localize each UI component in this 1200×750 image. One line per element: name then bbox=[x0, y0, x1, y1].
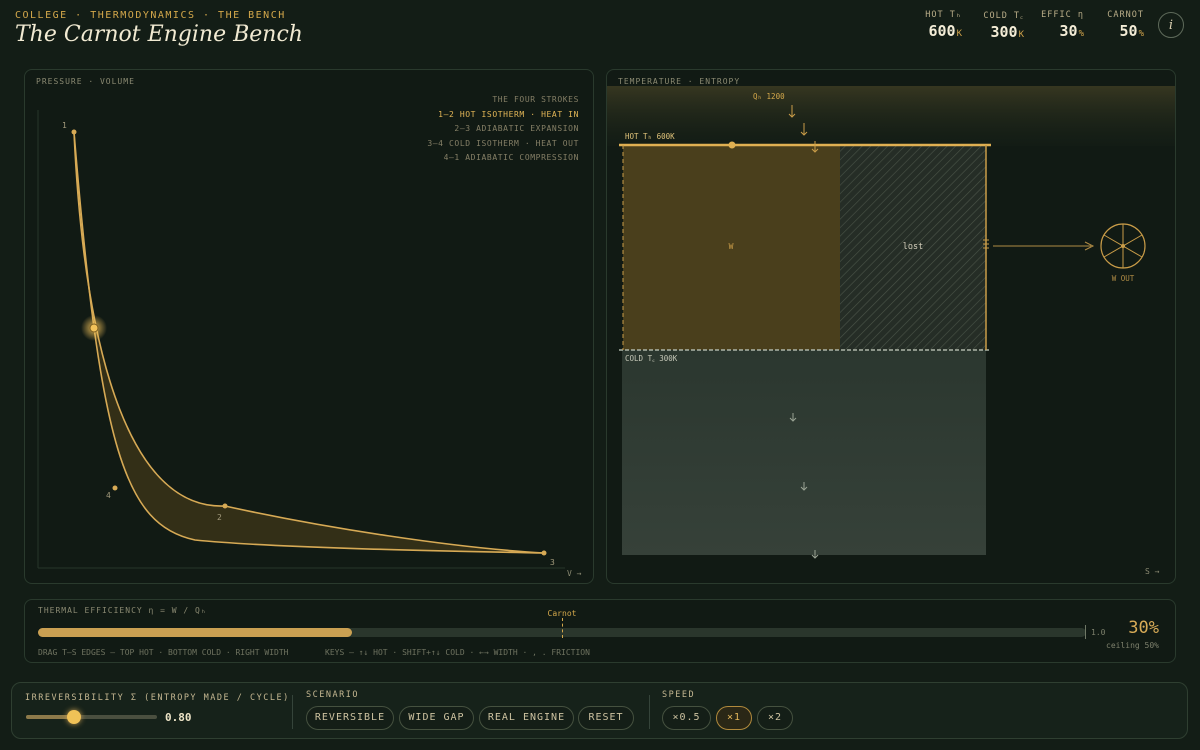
w-out-label: W OUT bbox=[1112, 274, 1135, 283]
speed-half-button[interactable]: ×0.5 bbox=[662, 706, 711, 730]
stat-carnot-unit: % bbox=[1138, 29, 1144, 39]
speed-2x-button[interactable]: ×2 bbox=[757, 706, 793, 730]
pv-axis-x-label: V → bbox=[567, 569, 582, 578]
qh-label: Qₕ 1200 bbox=[753, 92, 785, 101]
drag-hint: DRAG T–S EDGES — TOP HOT · BOTTOM COLD ·… bbox=[38, 648, 289, 657]
scenario-reversible-button[interactable]: REVERSIBLE bbox=[306, 706, 394, 730]
point-4-label: 4 bbox=[106, 491, 111, 500]
stat-carnot: CARNOT 50% bbox=[1096, 10, 1144, 40]
ts-panel: W OUT Qₕ 1200 HOT Tₕ 600K COLD T꜀ 300K W… bbox=[606, 69, 1176, 584]
efficiency-bar: Carnot bbox=[38, 609, 1086, 639]
irreversibility-label: IRREVERSIBILITY Σ (ENTROPY MADE / CYCLE) bbox=[25, 693, 290, 703]
hot-edge-handle[interactable] bbox=[728, 141, 736, 149]
efficiency-label: THERMAL EFFICIENCY η = W / Qₕ bbox=[38, 606, 207, 615]
stat-hot-label: HOT Tₕ bbox=[925, 10, 962, 20]
scenario-label: SCENARIO bbox=[306, 690, 359, 700]
stat-hot-value: 600 bbox=[928, 22, 956, 40]
speed-1x-button[interactable]: ×1 bbox=[716, 706, 752, 730]
control-bar: IRREVERSIBILITY Σ (ENTROPY MADE / CYCLE)… bbox=[11, 682, 1188, 739]
separator bbox=[649, 695, 650, 729]
ts-panel-label: TEMPERATURE · ENTROPY bbox=[618, 77, 741, 86]
irreversibility-value: 0.80 bbox=[165, 711, 192, 724]
cold-reservoir-region bbox=[622, 350, 986, 555]
stat-cold-label: COLD T꜀ bbox=[983, 11, 1024, 21]
efficiency-big-value: 30% bbox=[1128, 618, 1159, 638]
stat-carnot-label: CARNOT bbox=[1107, 10, 1144, 20]
state-marker[interactable] bbox=[89, 323, 99, 333]
stat-efficiency-value: 30 bbox=[1059, 22, 1078, 40]
ts-axis-x-label: S → bbox=[1145, 567, 1160, 576]
breadcrumb: COLLEGE · THERMODYNAMICS · THE BENCH bbox=[15, 10, 286, 21]
stat-efficiency-label: EFFIC η bbox=[1041, 10, 1084, 20]
hot-reservoir-label: HOT Tₕ 600K bbox=[625, 132, 675, 141]
reset-button[interactable]: RESET bbox=[578, 706, 634, 730]
max-label: 1.0 bbox=[1091, 628, 1106, 637]
stat-efficiency: EFFIC η 30% bbox=[1030, 10, 1084, 40]
work-label: W bbox=[729, 242, 734, 251]
pv-diagram: 1 2 3 4 V → bbox=[37, 110, 582, 578]
irreversibility-slider[interactable] bbox=[26, 710, 157, 724]
speed-label: SPEED bbox=[662, 690, 696, 700]
info-icon: i bbox=[1168, 18, 1174, 33]
stat-efficiency-unit: % bbox=[1078, 29, 1084, 39]
hot-reservoir-glow bbox=[607, 86, 1175, 146]
separator bbox=[292, 695, 293, 729]
scenario-real-engine-button[interactable]: REAL ENGINE bbox=[479, 706, 574, 730]
point-4-dot bbox=[112, 485, 118, 491]
stat-hot: HOT Tₕ 600K bbox=[910, 10, 962, 40]
efficiency-bar-fill bbox=[38, 628, 353, 637]
stat-cold-unit: K bbox=[1018, 30, 1024, 40]
scenario-wide-gap-button[interactable]: WIDE GAP bbox=[399, 706, 474, 730]
flywheel-icon bbox=[1100, 223, 1146, 269]
lost-label: lost bbox=[903, 242, 923, 252]
stat-carnot-value: 50 bbox=[1119, 22, 1138, 40]
irreversibility-slider-thumb[interactable] bbox=[67, 710, 82, 724]
point-3-label: 3 bbox=[550, 558, 555, 567]
ceiling-label: ceiling 50% bbox=[1106, 641, 1159, 650]
keys-hint: KEYS — ↑↓ HOT · SHIFT+↑↓ COLD · ←→ WIDTH… bbox=[325, 648, 590, 657]
ts-diagram: W OUT Qₕ 1200 HOT Tₕ 600K COLD T꜀ 300K W… bbox=[607, 86, 1175, 576]
stat-cold-value: 300 bbox=[990, 23, 1018, 41]
pv-panel: PRESSURE · VOLUME THE FOUR STROKES 1–2 H… bbox=[24, 69, 594, 584]
max-tick bbox=[1085, 625, 1086, 639]
info-button[interactable]: i bbox=[1158, 12, 1184, 38]
carnot-marker bbox=[562, 618, 563, 638]
cold-reservoir-label: COLD T꜀ 300K bbox=[625, 354, 678, 363]
point-2-dot bbox=[222, 503, 228, 509]
stat-hot-unit: K bbox=[956, 29, 962, 39]
stat-cold: COLD T꜀ 300K bbox=[972, 10, 1024, 41]
point-3-dot bbox=[541, 550, 547, 556]
point-1-dot bbox=[71, 129, 77, 135]
efficiency-panel: THERMAL EFFICIENCY η = W / Qₕ Carnot 1.0… bbox=[24, 599, 1176, 663]
point-2-label: 2 bbox=[217, 513, 222, 522]
page-title: The Carnot Engine Bench bbox=[15, 22, 303, 47]
carnot-marker-label: Carnot bbox=[547, 609, 577, 618]
cycle-work-area bbox=[74, 132, 544, 553]
point-1-label: 1 bbox=[62, 121, 67, 130]
